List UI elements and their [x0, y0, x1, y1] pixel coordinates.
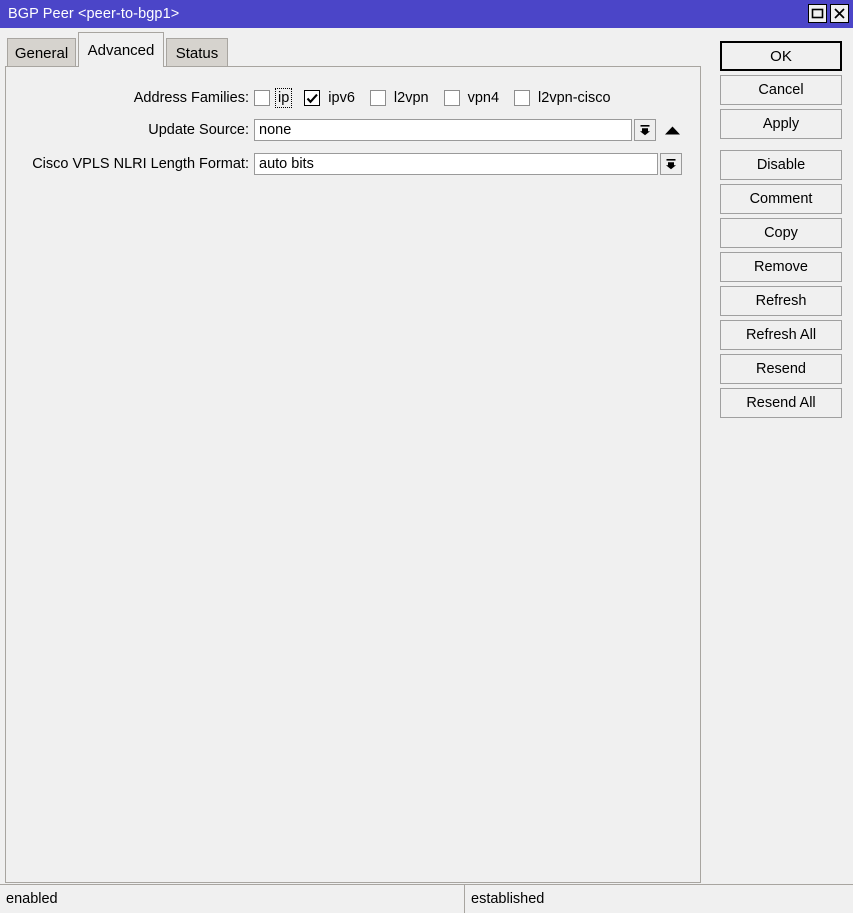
checkbox-ip[interactable]: [254, 90, 270, 106]
comment-button[interactable]: Comment: [720, 184, 842, 214]
tab-advanced[interactable]: Advanced: [78, 32, 164, 67]
cisco-vpls-nlri-value: auto bits: [259, 156, 314, 172]
close-button[interactable]: [830, 4, 849, 23]
checkbox-l2vpn-cisco-label: l2vpn-cisco: [538, 90, 611, 106]
address-families-row: Address Families: ip ipv6 l2vpn vpn4 l2v…: [6, 87, 626, 109]
tab-advanced-label: Advanced: [87, 41, 155, 59]
cisco-vpls-nlri-input[interactable]: auto bits: [254, 153, 658, 175]
checkbox-l2vpn[interactable]: [369, 90, 386, 106]
maximize-icon: [811, 8, 824, 19]
dropdown-arrow-icon: [638, 123, 652, 137]
cisco-vpls-nlri-label: Cisco VPLS NLRI Length Format:: [32, 156, 249, 172]
remove-button[interactable]: Remove: [720, 252, 842, 282]
tab-status[interactable]: Status: [166, 38, 228, 67]
checkbox-l2vpn-cisco[interactable]: [514, 90, 531, 106]
copy-button[interactable]: Copy: [720, 218, 842, 248]
update-source-row: Update Source: none: [6, 119, 683, 141]
tab-general-label: General: [14, 44, 69, 62]
update-source-dropdown-button[interactable]: [634, 119, 656, 141]
checkmark-icon: [306, 93, 319, 104]
tab-status-label: Status: [175, 44, 219, 62]
refresh-button[interactable]: Refresh: [720, 286, 842, 316]
maximize-button[interactable]: [808, 4, 827, 23]
checkbox-item-l2vpn[interactable]: l2vpn: [369, 89, 431, 107]
checkbox-ipv6[interactable]: [304, 90, 321, 106]
update-source-input[interactable]: none: [254, 119, 632, 141]
cisco-vpls-nlri-row: Cisco VPLS NLRI Length Format: auto bits: [6, 153, 682, 175]
up-triangle-icon[interactable]: [661, 119, 683, 141]
update-source-value: none: [259, 122, 292, 138]
checkbox-ip-label: ip: [274, 88, 293, 108]
close-icon: [833, 7, 846, 20]
checkbox-vpn4-label: vpn4: [467, 90, 500, 106]
tab-general[interactable]: General: [7, 38, 76, 67]
checkbox-item-vpn4[interactable]: vpn4: [443, 89, 501, 107]
dropdown-arrow-icon: [664, 157, 678, 171]
checkbox-item-ipv6[interactable]: ipv6: [304, 89, 357, 107]
checkbox-item-l2vpn-cisco[interactable]: l2vpn-cisco: [514, 89, 613, 107]
checkbox-l2vpn-label: l2vpn: [393, 90, 429, 106]
address-families-checkbox-group: ip ipv6 l2vpn vpn4 l2vpn-cisco: [254, 88, 626, 108]
apply-button[interactable]: Apply: [720, 109, 842, 139]
refresh-all-button[interactable]: Refresh All: [720, 320, 842, 350]
cancel-button[interactable]: Cancel: [720, 75, 842, 105]
disable-button[interactable]: Disable: [720, 150, 842, 180]
resend-all-button[interactable]: Resend All: [720, 388, 842, 418]
status-bar: enabled established: [0, 884, 853, 913]
window-titlebar: BGP Peer <peer-to-bgp1>: [0, 0, 853, 28]
titlebar-button-group: [808, 4, 849, 23]
dialog-button-column: OK Cancel Apply Disable Comment Copy Rem…: [720, 41, 842, 422]
cisco-vpls-nlri-dropdown-button[interactable]: [660, 153, 682, 175]
advanced-tab-panel: Address Families: ip ipv6 l2vpn vpn4 l2v…: [5, 66, 701, 883]
update-source-label: Update Source:: [148, 122, 249, 138]
status-connection-cell: established: [464, 885, 853, 913]
checkbox-vpn4[interactable]: [443, 90, 460, 106]
window-title: BGP Peer <peer-to-bgp1>: [8, 6, 180, 22]
checkbox-item-ip[interactable]: ip: [254, 88, 293, 108]
status-enabled-cell: enabled: [6, 891, 58, 907]
resend-button[interactable]: Resend: [720, 354, 842, 384]
address-families-label: Address Families:: [133, 90, 249, 106]
checkbox-ipv6-label: ipv6: [328, 90, 355, 106]
ok-button[interactable]: OK: [720, 41, 842, 71]
